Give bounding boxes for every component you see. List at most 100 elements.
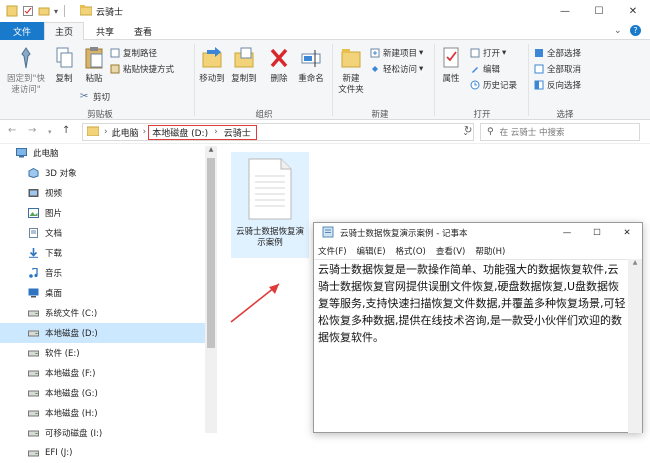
cut-button[interactable]: ✂ 剪切 <box>80 90 110 104</box>
copy-path-button[interactable]: 复制路径 <box>110 46 157 60</box>
rename-button[interactable]: 重命名 <box>294 46 328 85</box>
properties-icon[interactable] <box>22 5 34 17</box>
nav-item[interactable]: 系统文件 (C:) <box>0 303 205 323</box>
history-button[interactable]: 历史记录 <box>470 78 517 92</box>
nav-item[interactable]: 本地磁盘 (D:) <box>0 323 205 343</box>
clipboard-group-label: 剪贴板 <box>87 110 113 120</box>
nav-item[interactable]: 本地磁盘 (F:) <box>0 363 205 383</box>
menu-format[interactable]: 格式(O) <box>396 245 426 257</box>
paste-shortcut-icon <box>110 64 120 74</box>
pin-label: 固定到"快 速访问" <box>7 74 45 95</box>
open-label: 打开 <box>483 49 501 59</box>
notepad-menu-bar: 文件(F) 编辑(E) 格式(O) 查看(V) 帮助(H) <box>314 243 642 259</box>
tab-share[interactable]: 共享 <box>86 22 124 40</box>
nav-item[interactable]: EFI (J:) <box>0 443 205 463</box>
collapse-ribbon-icon[interactable]: ⌄ <box>614 26 622 36</box>
nav-item[interactable]: 本地磁盘 (H:) <box>0 403 205 423</box>
help-icon[interactable]: ? <box>630 25 641 36</box>
title-bar: ▾ 云骑士 — ☐ ✕ <box>0 0 650 22</box>
menu-edit[interactable]: 编辑(E) <box>357 245 386 257</box>
save-icon[interactable] <box>6 5 18 17</box>
copy-label: 复制 <box>55 74 73 84</box>
select-all-button[interactable]: 全部选择 <box>534 46 581 60</box>
open-button[interactable]: 打开 ▾ <box>470 46 506 60</box>
document-icon <box>28 228 39 238</box>
rename-label: 重命名 <box>298 74 324 84</box>
nav-scrollbar[interactable]: ▲ <box>205 146 217 433</box>
menu-file[interactable]: 文件(F) <box>318 245 347 257</box>
breadcrumb-this-pc[interactable]: 此电脑 <box>112 126 139 139</box>
notepad-close-button[interactable]: ✕ <box>612 228 642 238</box>
breadcrumb-current-folder[interactable]: 云骑士 <box>224 126 251 139</box>
notepad-maximize-button[interactable]: ☐ <box>582 228 612 238</box>
copy-path-icon <box>110 48 120 58</box>
tab-file[interactable]: 文件 <box>0 22 44 40</box>
nav-item[interactable]: 软件 (E:) <box>0 343 205 363</box>
new-folder-button[interactable]: 新建 文件夹 <box>336 46 366 96</box>
nav-item[interactable]: 此电脑 <box>0 143 205 163</box>
nav-item-label: 本地磁盘 (G:) <box>45 389 98 399</box>
edit-button[interactable]: 编辑 <box>470 62 500 76</box>
tab-view[interactable]: 查看 <box>124 22 162 40</box>
recent-locations-icon[interactable]: ▾ <box>48 128 52 136</box>
move-to-button[interactable]: 移动到 <box>197 46 227 85</box>
scroll-thumb[interactable] <box>207 158 215 348</box>
folder-icon[interactable] <box>38 5 50 17</box>
drive-icon <box>28 368 39 378</box>
nav-item[interactable]: 本地磁盘 (G:) <box>0 383 205 403</box>
drive-icon <box>28 328 39 338</box>
select-none-button[interactable]: 全部取消 <box>534 62 581 76</box>
minimize-button[interactable]: — <box>548 0 582 22</box>
edit-label: 编辑 <box>483 65 501 75</box>
properties-button[interactable]: 属性 <box>438 46 464 85</box>
copy-button[interactable]: 复制 <box>50 46 78 85</box>
scroll-up-icon[interactable]: ▲ <box>205 146 217 156</box>
breadcrumb-highlight: 本地磁盘 (D:) › 云骑士 <box>148 124 257 140</box>
menu-view[interactable]: 查看(V) <box>436 245 465 257</box>
easy-access-button[interactable]: 轻松访问 ▾ <box>370 62 423 76</box>
nav-item[interactable]: 音乐 <box>0 263 205 283</box>
new-folder-icon <box>340 46 362 74</box>
select-none-icon <box>534 64 544 74</box>
search-input[interactable]: ⚲ 在 云骑士 中搜索 <box>480 123 640 141</box>
paste-shortcut-button[interactable]: 粘贴快捷方式 <box>110 62 174 76</box>
open-group-label: 打开 <box>473 110 491 120</box>
notepad-scrollbar[interactable]: ▲ <box>628 259 642 433</box>
nav-item[interactable]: 下载 <box>0 243 205 263</box>
picture-icon <box>28 208 39 218</box>
maximize-button[interactable]: ☐ <box>582 0 616 22</box>
address-bar[interactable]: › 此电脑 › 本地磁盘 (D:) › 云骑士 ⌄ <box>82 123 474 141</box>
forward-arrow-icon[interactable]: → <box>28 125 36 136</box>
new-item-button[interactable]: 新建项目 ▾ <box>370 46 423 60</box>
paste-label: 粘贴 <box>85 74 103 84</box>
nav-item[interactable]: 3D 对象 <box>0 163 205 183</box>
refresh-icon[interactable]: ↻ <box>464 125 472 136</box>
breadcrumb-drive-d[interactable]: 本地磁盘 (D:) <box>152 126 208 139</box>
nav-item[interactable]: 文档 <box>0 223 205 243</box>
dropdown-icon[interactable]: ▾ <box>54 7 58 16</box>
drive-icon <box>28 348 39 358</box>
delete-button[interactable]: 删除 <box>266 46 292 85</box>
copy-to-button[interactable]: 复制到 <box>229 46 259 85</box>
nav-item[interactable]: 图片 <box>0 203 205 223</box>
properties-large-icon <box>440 46 462 74</box>
paste-button[interactable]: 粘贴 <box>80 46 108 85</box>
nav-item[interactable]: 桌面 <box>0 283 205 303</box>
back-arrow-icon[interactable]: ← <box>8 125 16 136</box>
pin-quick-access-button[interactable]: 固定到"快 速访问" <box>4 46 48 96</box>
invert-selection-button[interactable]: 反向选择 <box>534 78 581 92</box>
nav-item-label: 下载 <box>45 249 63 259</box>
scissors-icon: ✂ <box>80 91 89 102</box>
nav-item[interactable]: 视频 <box>0 183 205 203</box>
nav-item[interactable]: 可移动磁盘 (I:) <box>0 423 205 443</box>
notepad-minimize-button[interactable]: — <box>552 228 582 238</box>
close-button[interactable]: ✕ <box>616 0 650 22</box>
nav-item-label: 3D 对象 <box>45 169 77 179</box>
easy-access-label: 轻松访问 <box>383 65 418 75</box>
tab-home[interactable]: 主页 <box>44 22 85 41</box>
menu-help[interactable]: 帮助(H) <box>475 245 505 257</box>
scroll-up-icon[interactable]: ▲ <box>628 259 642 266</box>
history-label: 历史记录 <box>483 81 518 91</box>
up-arrow-icon[interactable]: ↑ <box>62 125 70 136</box>
chevron-down-icon: ▾ <box>419 48 424 58</box>
